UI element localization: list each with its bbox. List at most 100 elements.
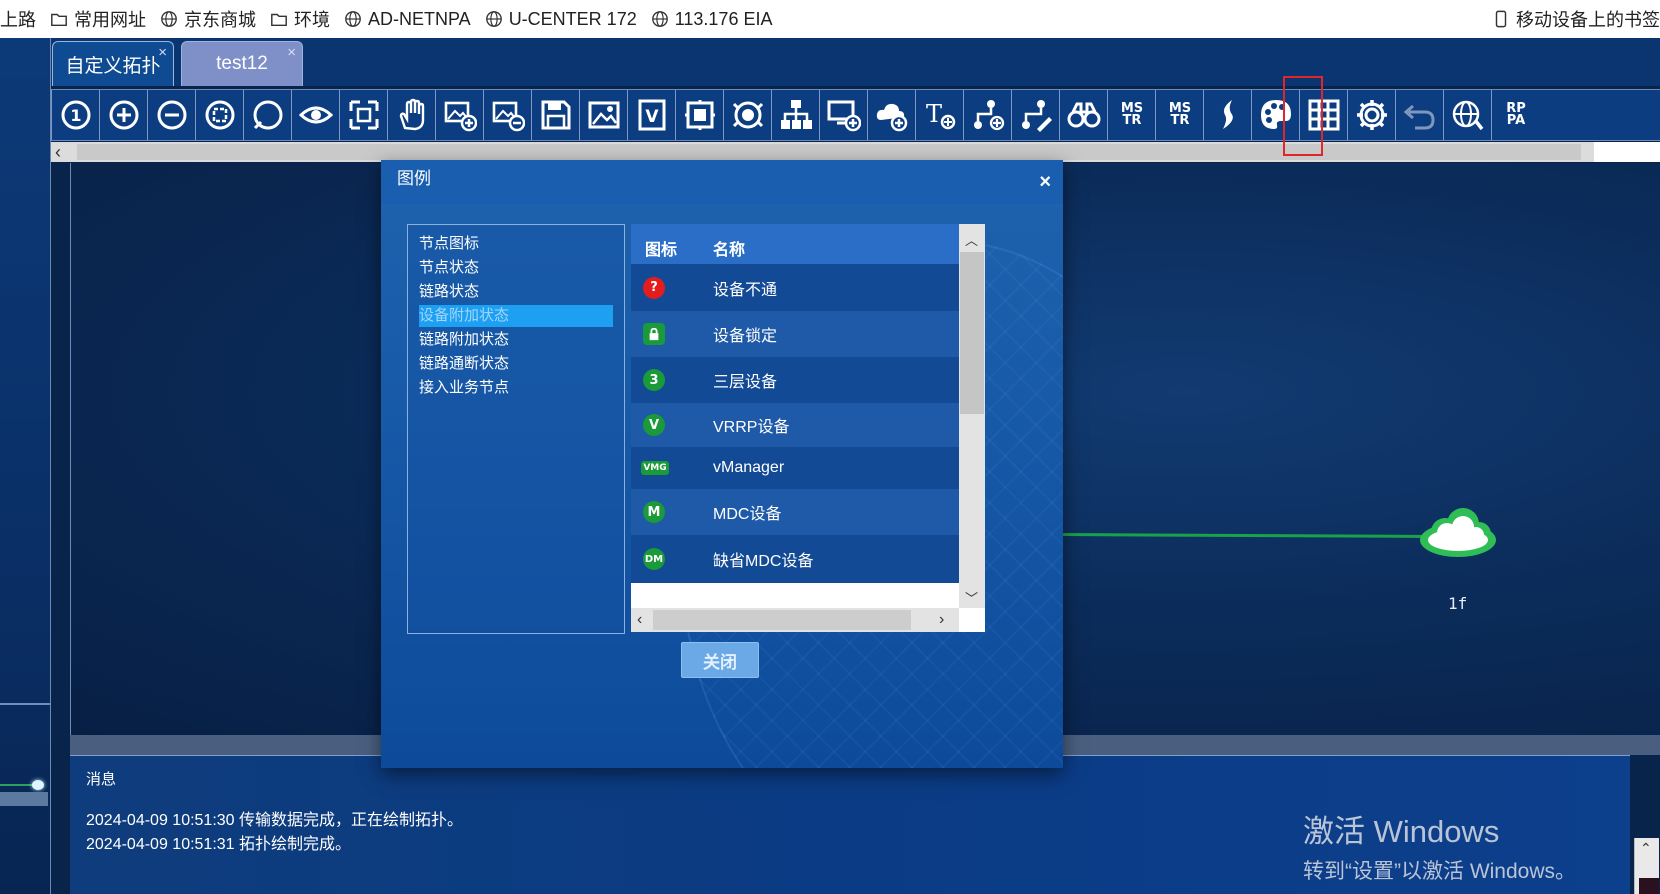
legend-vertical-scrollbar[interactable]: ︿ ﹀: [959, 224, 985, 608]
legend-row[interactable]: M MDC设备: [631, 489, 959, 535]
legend-category-item[interactable]: 链路通断状态: [419, 353, 613, 375]
tab-close-icon[interactable]: ×: [287, 44, 296, 61]
bookmark-label: 京东商城: [184, 10, 256, 30]
toolbar-button-5[interactable]: [243, 90, 292, 140]
tab-close-icon[interactable]: ×: [158, 44, 167, 61]
toolbar-button-21[interactable]: [1011, 90, 1060, 140]
toolbar-button-15[interactable]: [723, 90, 772, 140]
toolbar-button-6[interactable]: [291, 90, 340, 140]
bookmark-4[interactable]: 环境: [270, 6, 330, 32]
toolbar-button-31[interactable]: RP PA: [1491, 90, 1540, 140]
legend-category-item[interactable]: 链路状态: [419, 281, 613, 303]
toolbar-button-14[interactable]: [675, 90, 724, 140]
bookmark-5[interactable]: AD-NETNPA: [344, 9, 471, 30]
legend-horizontal-scrollbar[interactable]: ‹ ›: [631, 608, 959, 632]
toolbar-button-13[interactable]: V: [627, 90, 676, 140]
mdc-green-icon: M: [643, 501, 665, 523]
legend-row[interactable]: 设备锁定: [631, 311, 959, 357]
toolbar-button-29[interactable]: [1395, 90, 1444, 140]
scrollbar-thumb[interactable]: [960, 252, 984, 414]
toolbar-button-3[interactable]: [147, 90, 196, 140]
bookmark-label: U-CENTER 172: [508, 8, 637, 29]
toolbar-button-17[interactable]: [819, 90, 868, 140]
node-label: 1f: [1448, 594, 1468, 613]
dialog-close-icon[interactable]: ×: [1039, 172, 1051, 192]
toolbar-button-25[interactable]: [1203, 90, 1252, 140]
toolbar-button-2[interactable]: [99, 90, 148, 140]
legend-category-item[interactable]: 节点状态: [419, 257, 613, 279]
tab-custom-topology[interactable]: 自定义拓扑 ×: [52, 41, 174, 86]
toolbar-button-4[interactable]: [195, 90, 244, 140]
toolbar-button-22[interactable]: [1059, 90, 1108, 140]
toolbar-button-19[interactable]: T: [915, 90, 964, 140]
legend-row[interactable]: V VRRP设备: [631, 403, 959, 447]
toolbar-scrollbar[interactable]: ‹: [51, 142, 1660, 162]
toolbar-button-10[interactable]: [483, 90, 532, 140]
folder-icon: [271, 13, 287, 27]
ms-tree-icon: MS TR: [1120, 101, 1144, 128]
undo-icon: [1403, 104, 1435, 130]
mobile-bookmarks[interactable]: 移动设备上的书签: [1492, 0, 1660, 38]
image-icon: [588, 101, 620, 129]
legend-category-item[interactable]: 设备附加状态: [419, 305, 613, 327]
rp-pa-icon: RP PA: [1506, 101, 1526, 128]
toolbar-button-1[interactable]: 1: [51, 90, 100, 140]
toolbar-button-28[interactable]: [1347, 90, 1396, 140]
cloud-node-icon[interactable]: [1417, 504, 1499, 562]
toolbar-button-8[interactable]: [387, 90, 436, 140]
bookmark-label: 113.176 EIA: [674, 8, 773, 29]
zoom-out-icon: [157, 100, 187, 130]
header-icon-col: 图标: [645, 242, 678, 259]
globe-icon: [651, 11, 668, 27]
tab-test12[interactable]: test12 ×: [181, 41, 303, 86]
legend-category-item[interactable]: 节点图标: [419, 233, 613, 255]
scrollbar-thumb[interactable]: [653, 610, 911, 630]
toolbar-button-11[interactable]: [531, 90, 580, 140]
bookmark-1[interactable]: 上路: [0, 6, 36, 32]
bookmark-7[interactable]: 113.176 EIA: [651, 8, 773, 30]
rail-node-dot[interactable]: [32, 780, 44, 790]
legend-row[interactable]: ? 设备不通: [631, 264, 959, 311]
toolbar-button-26[interactable]: [1251, 90, 1300, 140]
bookmark-6[interactable]: U-CENTER 172: [485, 9, 637, 30]
toolbar-button-16[interactable]: [771, 90, 820, 140]
toolbar-button-12[interactable]: [579, 90, 628, 140]
legend-table-header: 图标 名称: [631, 224, 959, 264]
scroll-left-icon[interactable]: ‹: [637, 611, 642, 629]
toolbar-button-18[interactable]: [867, 90, 916, 140]
folder-icon: [51, 13, 67, 27]
page-scrollbar[interactable]: ⌃: [1634, 838, 1659, 894]
bookmark-3[interactable]: 京东商城: [160, 6, 256, 32]
legend-table-body: ? 设备不通 设备锁定 3 三层设备 V VRRP设备 VMG vManager M MDC设备 DM…: [631, 264, 959, 608]
toolbar-button-23[interactable]: MS TR: [1107, 90, 1156, 140]
legend-category-item[interactable]: 接入业务节点: [419, 377, 613, 399]
legend-category-item[interactable]: 链路附加状态: [419, 329, 613, 351]
v-frame-icon: V: [638, 99, 666, 131]
dialog-title: 图例: [397, 169, 431, 188]
toolbar-button-9[interactable]: [435, 90, 484, 140]
toolbar-button-20[interactable]: [963, 90, 1012, 140]
dialog-header: 图例 ×: [381, 160, 1063, 204]
legend-row[interactable]: DM 缺省MDC设备: [631, 535, 959, 583]
scroll-left-icon[interactable]: ‹: [55, 142, 61, 162]
toolbar-button-30[interactable]: [1443, 90, 1492, 140]
legend-row-name: vManager: [713, 459, 785, 476]
toolbar-button-24[interactable]: MS TR: [1155, 90, 1204, 140]
hierarchy-icon: [781, 100, 812, 129]
toolbar-button-27[interactable]: [1299, 90, 1348, 140]
legend-row[interactable]: 3 三层设备: [631, 357, 959, 403]
scroll-up-icon[interactable]: ⌃: [1640, 840, 1652, 857]
add-image-icon: [444, 101, 477, 132]
toolbar-button-7[interactable]: [339, 90, 388, 140]
scroll-down-icon[interactable]: ﹀: [965, 588, 978, 607]
scroll-up-icon[interactable]: ︿: [965, 230, 978, 249]
bookmark-2[interactable]: 常用网址: [50, 6, 146, 32]
rail-scrollbar[interactable]: [0, 792, 48, 806]
close-button[interactable]: 关闭: [681, 642, 759, 678]
legend-dialog: 图例 × 节点图标 节点状态 链路状态 设备附加状态 链路附加状态 链路通断状态 接入业务节…: [381, 160, 1063, 768]
legend-row-name: 三层设备: [713, 374, 778, 391]
scroll-right-icon[interactable]: ›: [939, 611, 944, 629]
message-line: 2024-04-09 10:51:31 拓扑绘制完成。: [86, 836, 352, 853]
legend-row[interactable]: VMG vManager: [631, 447, 959, 489]
scrollbar-thumb[interactable]: [77, 144, 1581, 160]
